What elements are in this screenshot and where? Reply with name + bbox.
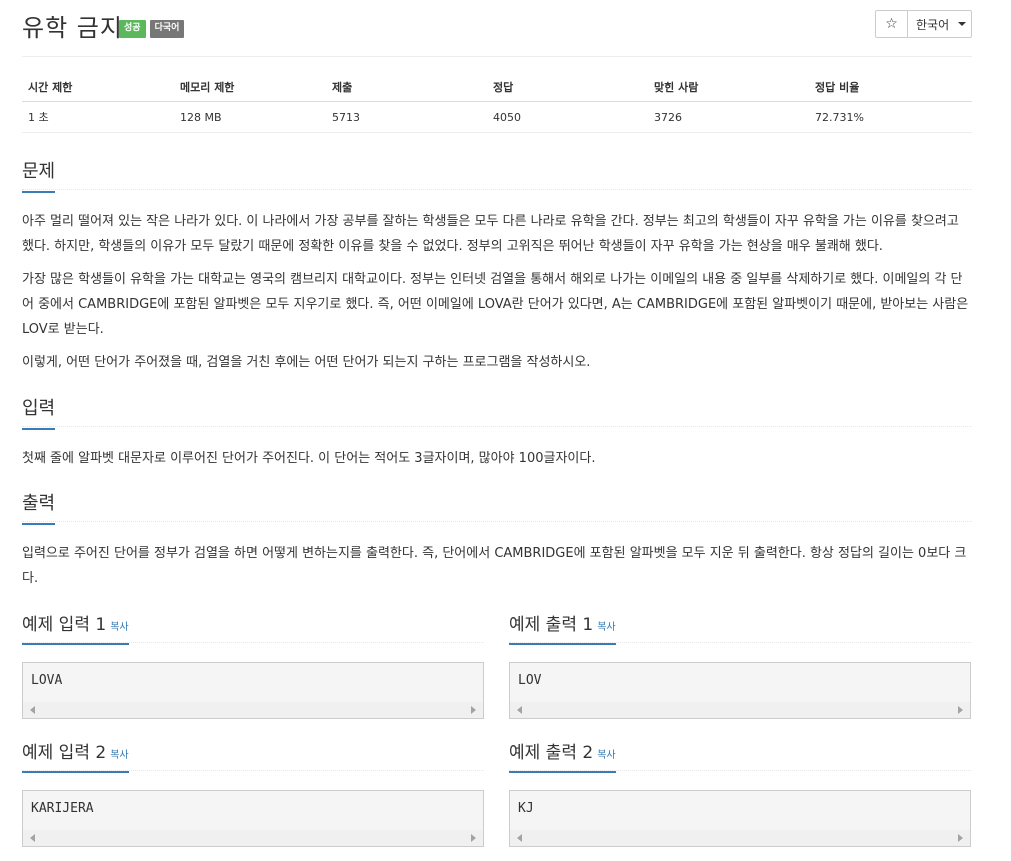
input-heading: 입력 — [22, 394, 56, 430]
scroll-right-icon[interactable] — [471, 706, 476, 714]
sample-output-1-header: 예제 출력 1 복사 — [509, 610, 971, 645]
stats-header-solvers: 맞힌 사람 — [648, 72, 809, 102]
sample-input-2-scrollbar[interactable] — [23, 830, 483, 846]
stats-header-accepted: 정답 — [487, 72, 648, 102]
description-paragraph-1: 아주 멀리 떨어져 있는 작은 나라가 있다. 이 나라에서 가장 공부를 잘하… — [22, 214, 959, 254]
sample-output-1-box: LOV — [509, 662, 971, 719]
stats-header-memory-limit: 메모리 제한 — [174, 72, 326, 102]
sample-input-2-heading: 예제 입력 2 — [22, 743, 107, 763]
stats-ratio: 72.731% — [809, 101, 972, 133]
input-description: 첫째 줄에 알파벳 대문자로 이루어진 단어가 주어진다. 이 단어는 적어도 … — [22, 451, 596, 466]
description-section-header: 문제 — [22, 157, 972, 193]
language-dropdown[interactable]: 한국어 — [907, 10, 972, 38]
stats-header-ratio: 정답 비율 — [809, 72, 972, 102]
description-paragraph-2: 가장 많은 학생들이 유학을 가는 대학교는 영국의 캠브리지 대학교이다. 정… — [22, 272, 969, 337]
description-heading: 문제 — [22, 157, 56, 193]
sample-input-1-text: LOVA — [31, 673, 63, 688]
sample-output-1-text: LOV — [518, 673, 542, 688]
problem-container: 유학 금지 성공 다국어 ☆ 한국어 시간 제한 메모리 제한 제출 정답 맞힌… — [22, 0, 972, 847]
sample-output-2-heading: 예제 출력 2 — [509, 743, 594, 763]
scroll-right-icon[interactable] — [958, 834, 963, 842]
output-heading: 출력 — [22, 489, 56, 525]
copy-sample-output-1-link[interactable]: 복사 — [597, 622, 615, 633]
status-badges: 성공 다국어 — [119, 20, 185, 38]
scroll-left-icon[interactable] — [517, 834, 522, 842]
sample-input-1-heading: 예제 입력 1 — [22, 615, 107, 635]
language-label: 한국어 — [916, 17, 950, 32]
output-description: 입력으로 주어진 단어를 정부가 검열을 하면 어떻게 변하는지를 출력한다. … — [22, 546, 967, 586]
stats-memory-limit: 128 MB — [174, 101, 326, 133]
sample-input-1-box: LOVA — [22, 662, 484, 719]
header-actions: ☆ 한국어 — [875, 10, 972, 38]
stats-header-time-limit: 시간 제한 — [22, 72, 174, 102]
problem-stats-table: 시간 제한 메모리 제한 제출 정답 맞힌 사람 정답 비율 1 초 128 M… — [22, 72, 972, 133]
sample-input-2: 예제 입력 2 복사 KARIJERA — [22, 738, 484, 847]
copy-sample-input-2-link[interactable]: 복사 — [110, 750, 128, 761]
stats-value-row: 1 초 128 MB 5713 4050 3726 72.731% — [22, 101, 972, 133]
stats-submissions: 5713 — [326, 101, 487, 133]
copy-sample-input-1-link[interactable]: 복사 — [110, 622, 128, 633]
star-icon: ☆ — [885, 16, 898, 32]
sample-output-2: 예제 출력 2 복사 KJ — [509, 738, 971, 847]
sample-output-1: 예제 출력 1 복사 LOV — [509, 610, 971, 719]
scroll-right-icon[interactable] — [471, 834, 476, 842]
sample-input-2-box: KARIJERA — [22, 790, 484, 847]
sample-input-2-text: KARIJERA — [31, 801, 94, 816]
problem-page: 유학 금지 성공 다국어 ☆ 한국어 시간 제한 메모리 제한 제출 정답 맞힌… — [0, 0, 1011, 861]
page-title: 유학 금지 — [22, 14, 123, 42]
stats-time-limit: 1 초 — [22, 101, 174, 133]
copy-sample-output-2-link[interactable]: 복사 — [597, 750, 615, 761]
scroll-left-icon[interactable] — [30, 834, 35, 842]
scroll-right-icon[interactable] — [958, 706, 963, 714]
sample-output-2-text: KJ — [518, 801, 534, 816]
input-section-header: 입력 — [22, 394, 972, 430]
sample-output-2-scrollbar[interactable] — [510, 830, 970, 846]
sample-input-1-header: 예제 입력 1 복사 — [22, 610, 484, 645]
problem-header: 유학 금지 성공 다국어 ☆ 한국어 — [22, 0, 972, 57]
status-badge-multilang: 다국어 — [149, 20, 185, 38]
scroll-left-icon[interactable] — [30, 706, 35, 714]
stats-header-row: 시간 제한 메모리 제한 제출 정답 맞힌 사람 정답 비율 — [22, 72, 972, 102]
stats-solvers: 3726 — [648, 101, 809, 133]
sample-output-1-heading: 예제 출력 1 — [509, 615, 594, 635]
sample-output-2-header: 예제 출력 2 복사 — [509, 738, 971, 773]
caret-down-icon — [958, 22, 967, 26]
sample-output-2-box: KJ — [509, 790, 971, 847]
output-section-header: 출력 — [22, 489, 972, 525]
sample-input-2-header: 예제 입력 2 복사 — [22, 738, 484, 773]
sample-input-1-scrollbar[interactable] — [23, 702, 483, 718]
scroll-left-icon[interactable] — [517, 706, 522, 714]
sample-output-1-scrollbar[interactable] — [510, 702, 970, 718]
stats-header-submissions: 제출 — [326, 72, 487, 102]
sample-input-1: 예제 입력 1 복사 LOVA — [22, 610, 484, 719]
stats-accepted: 4050 — [487, 101, 648, 133]
favorite-button[interactable]: ☆ — [875, 10, 908, 38]
status-badge-success: 성공 — [119, 20, 146, 38]
description-paragraph-3: 이렇게, 어떤 단어가 주어졌을 때, 검열을 거친 후에는 어떤 단어가 되는… — [22, 355, 591, 370]
